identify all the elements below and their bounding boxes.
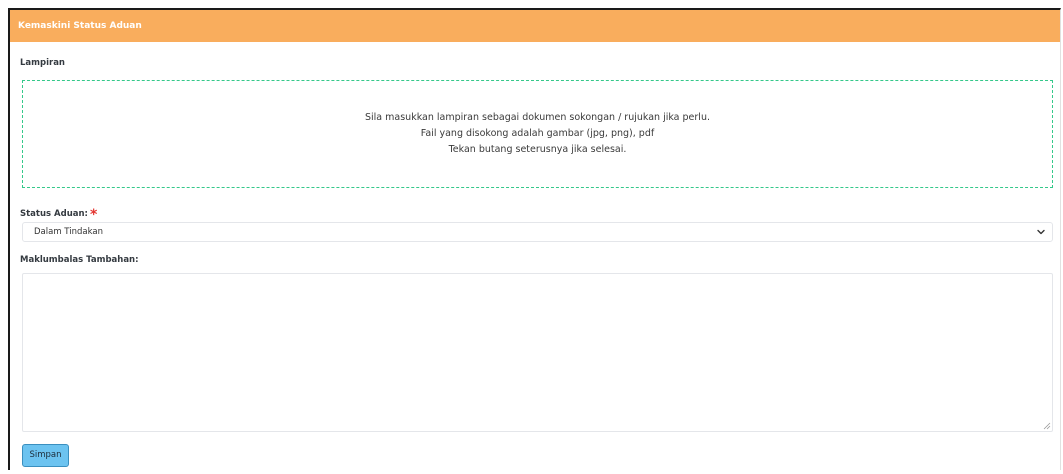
attachment-label: Lampiran <box>20 58 65 68</box>
required-asterisk: * <box>89 207 98 223</box>
chevron-down-icon <box>1037 229 1045 235</box>
save-button[interactable]: Simpan <box>22 444 69 467</box>
feedback-label: Maklumbalas Tambahan: <box>20 255 139 265</box>
attachment-dropzone[interactable]: Sila masukkan lampiran sebagai dokumen s… <box>22 80 1053 188</box>
resize-grip-icon[interactable] <box>1043 422 1051 430</box>
status-selected-value: Dalam Tindakan <box>34 227 103 237</box>
dropzone-next-line: Tekan butang seterusnya jika selesai. <box>448 144 627 155</box>
card-title: Kemaskini Status Aduan <box>18 21 142 31</box>
dropzone-filetypes-line: Fail yang disokong adalah gambar (jpg, p… <box>420 128 655 139</box>
status-select[interactable]: Dalam Tindakan <box>22 222 1053 242</box>
status-label-text: Status Aduan: <box>20 209 88 219</box>
dropzone-instruction-line: Sila masukkan lampiran sebagai dokumen s… <box>365 112 710 123</box>
feedback-textarea[interactable] <box>22 273 1053 432</box>
status-label: Status Aduan: * <box>20 204 98 223</box>
update-status-card: Kemaskini Status Aduan Lampiran Sila mas… <box>8 8 1061 470</box>
card-header: Kemaskini Status Aduan <box>10 10 1060 42</box>
